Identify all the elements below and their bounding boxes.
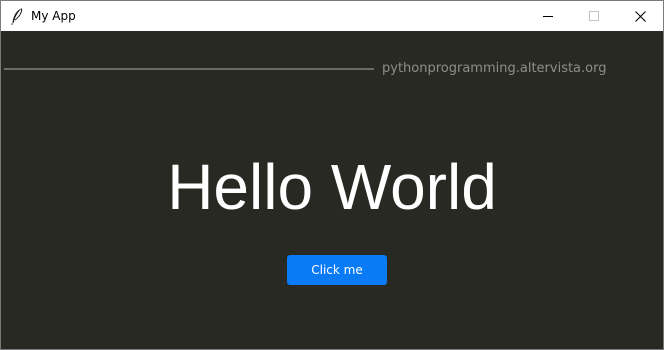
site-label: pythonprogramming.altervista.org [382, 61, 607, 76]
maximize-icon [589, 11, 599, 21]
feather-icon [9, 7, 25, 25]
close-icon [634, 10, 646, 22]
minimize-icon [543, 11, 553, 21]
close-button[interactable] [617, 1, 663, 31]
title-bar[interactable]: My App [1, 1, 663, 31]
window-title: My App [31, 9, 76, 23]
maximize-button[interactable] [571, 1, 617, 31]
click-me-button[interactable]: Click me [287, 255, 387, 285]
hello-heading: Hello World [167, 151, 497, 223]
app-content: pythonprogramming.altervista.org Hello W… [1, 31, 663, 349]
horizontal-rule [4, 68, 374, 70]
app-window: My App pythonprogramming.altervista.org … [0, 0, 664, 350]
minimize-button[interactable] [525, 1, 571, 31]
